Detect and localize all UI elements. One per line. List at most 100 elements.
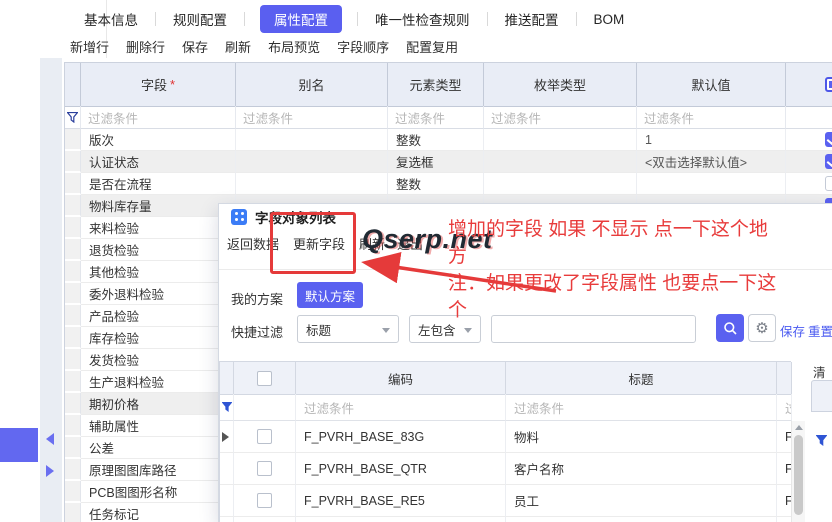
cell-code: F_PVRH_BASE_QTR xyxy=(296,453,506,485)
filter-input-element-type[interactable]: 过滤条件 xyxy=(388,106,484,129)
cell-visible xyxy=(786,129,832,151)
row-indicator-cell xyxy=(220,421,234,453)
tab-1[interactable]: 规则配置 xyxy=(171,5,229,33)
column-header-visible[interactable]: 是 xyxy=(786,63,832,107)
table-row[interactable]: 是否在流程 整数 xyxy=(65,173,832,195)
cell-enum-type xyxy=(484,173,637,195)
cell-field: 产品检验 xyxy=(81,305,236,327)
cell-title: 物料 xyxy=(506,421,777,453)
row-checkbox[interactable] xyxy=(825,154,832,169)
toolbar-item-2[interactable]: 保存 xyxy=(182,37,208,56)
table-header-row: 编码 标题 xyxy=(220,361,792,395)
row-checkbox[interactable] xyxy=(257,493,272,508)
tab-divider xyxy=(357,12,358,26)
cell-code: F_PVRH_BASE_RE5 xyxy=(296,485,506,517)
cell-empty xyxy=(296,517,506,522)
table-row[interactable]: F_PVRH_BASE_QTR客户名称F_I xyxy=(220,453,792,485)
filter-cell[interactable] xyxy=(220,394,234,421)
tab-divider xyxy=(486,12,488,26)
row-indicator-cell xyxy=(65,129,81,151)
tab-4[interactable]: 推送配置 xyxy=(503,5,561,33)
table-row[interactable]: F_PVRH_BASE_RE5员工F_I xyxy=(220,485,792,517)
row-indicator-cell xyxy=(65,437,81,459)
cell-field: 是否在流程 xyxy=(81,173,236,195)
scroll-up-icon[interactable] xyxy=(794,425,803,430)
left-panel-tab[interactable] xyxy=(0,428,38,462)
toolbar-item-1[interactable]: 删除行 xyxy=(126,37,165,56)
row-indicator-cell xyxy=(65,283,81,305)
column-header-code[interactable]: 编码 xyxy=(296,362,506,395)
filter-input-code[interactable]: 过滤条件 xyxy=(296,394,506,421)
filter-input-alias[interactable]: 过滤条件 xyxy=(236,106,388,129)
column-header-field[interactable]: 字段 * xyxy=(81,63,236,107)
filter-cell[interactable] xyxy=(65,106,81,129)
select-all-checkbox[interactable] xyxy=(824,77,832,92)
row-checkbox[interactable] xyxy=(825,132,832,147)
cell-field: PCB图图形名称 xyxy=(81,481,236,503)
cell-alias xyxy=(236,173,388,195)
toolbar-item-3[interactable]: 刷新 xyxy=(225,37,251,56)
cell-visible xyxy=(786,173,832,195)
grid-toolbar: 新增行 删除行 保存 刷新 布局预览 字段顺序 配置复用 xyxy=(70,37,458,56)
column-header-enum-type[interactable]: 枚举类型 xyxy=(484,63,637,107)
filter-input-title[interactable]: 过滤条件 xyxy=(506,394,777,421)
row-indicator-cell xyxy=(65,503,81,522)
row-indicator-cell xyxy=(65,151,81,173)
collapse-left-icon[interactable] xyxy=(46,433,54,445)
filter-input-field[interactable]: 过滤条件 xyxy=(81,106,236,129)
cell-default-value: <双击选择默认值> xyxy=(637,151,786,173)
field-list-icon xyxy=(231,208,247,225)
column-header-alias[interactable]: 别名 xyxy=(236,63,388,107)
cell-field: 任务标记 xyxy=(81,503,236,522)
table-row[interactable]: 版次 整数 1 xyxy=(65,129,832,151)
table-row[interactable]: 认证状态 复选框 <双击选择默认值> xyxy=(65,151,832,173)
header-checkbox-cell[interactable] xyxy=(234,362,296,395)
annotation-highlight-box xyxy=(270,212,356,274)
filter-cell-empty xyxy=(234,394,296,421)
tab-3[interactable]: 唯一性检查规则 xyxy=(373,5,472,33)
tab-5[interactable]: BOM xyxy=(592,8,627,31)
toolbar-item-4[interactable]: 布局预览 xyxy=(268,37,320,56)
tab-2[interactable]: 属性配置 xyxy=(260,5,342,33)
cell-empty xyxy=(220,517,234,522)
row-indicator-cell xyxy=(65,415,81,437)
cell-visible xyxy=(786,151,832,173)
filter-input-default-value[interactable]: 过滤条件 xyxy=(637,106,786,129)
toolbar-item-0[interactable]: 新增行 xyxy=(70,37,109,56)
cell-element-type: 整数 xyxy=(388,129,484,151)
table-filter-row: 过滤条件 过滤条件 过 xyxy=(220,394,792,421)
cell-alias xyxy=(236,151,388,173)
cell-field: 库存检验 xyxy=(81,327,236,349)
row-checkbox[interactable] xyxy=(257,429,272,444)
scrollbar-thumb[interactable] xyxy=(794,435,803,515)
filter-field-select[interactable]: 标题 xyxy=(297,315,399,343)
row-checkbox[interactable] xyxy=(825,176,832,191)
cell-default-value: 1 xyxy=(637,129,786,151)
default-plan-button[interactable]: 默认方案 xyxy=(297,282,363,308)
toolbar-item-6[interactable]: 配置复用 xyxy=(406,37,458,56)
cell-checkbox xyxy=(234,453,296,485)
column-header-title[interactable]: 标题 xyxy=(506,362,777,395)
toolbar-item-5[interactable]: 字段顺序 xyxy=(337,37,389,56)
required-asterisk: * xyxy=(169,77,176,92)
clear-button[interactable]: 清 xyxy=(813,362,826,381)
column-header-element-type[interactable]: 元素类型 xyxy=(388,63,484,107)
cell-title: 客户名称 xyxy=(506,453,777,485)
column-header-default-value[interactable]: 默认值 xyxy=(637,63,786,107)
expand-right-icon[interactable] xyxy=(46,465,54,477)
header-indicator-cell xyxy=(65,63,81,107)
left-collapse-strip[interactable] xyxy=(40,58,62,522)
tab-0[interactable]: 基本信息 xyxy=(82,5,140,33)
table-row[interactable]: F_PVRH_BASE_83G物料F_I xyxy=(220,421,792,453)
filter-funnel-icon xyxy=(67,111,78,123)
filter-funnel-icon xyxy=(221,402,232,412)
column-header-stub xyxy=(777,362,792,395)
cell-title: 员工 xyxy=(506,485,777,517)
quick-filter-label: 快捷过滤 xyxy=(231,325,284,340)
filter-input-enum-type[interactable]: 过滤条件 xyxy=(484,106,637,129)
cell-field: 生产退料检验 xyxy=(81,371,236,393)
select-all-checkbox[interactable] xyxy=(257,370,272,386)
row-checkbox[interactable] xyxy=(257,461,272,476)
vertical-scrollbar[interactable] xyxy=(791,421,805,522)
annotation-line: 增加的字段 如果 不显示 点一下这个地 xyxy=(448,219,768,240)
